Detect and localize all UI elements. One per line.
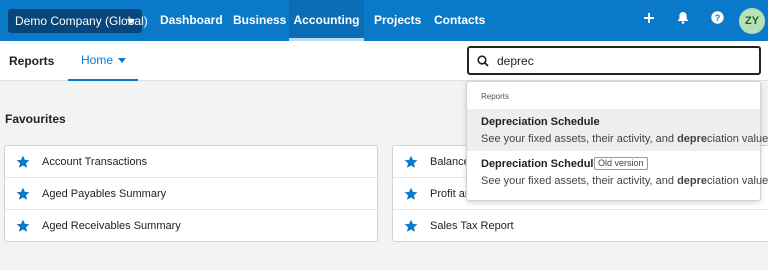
star-icon[interactable]	[404, 187, 418, 201]
bell-icon[interactable]	[674, 11, 692, 29]
result-description: See your fixed assets, their activity, a…	[481, 175, 768, 187]
search-icon	[477, 55, 489, 67]
plus-icon[interactable]	[640, 11, 658, 29]
result-title: Depreciation Schedule	[481, 116, 600, 128]
search-input[interactable]	[497, 52, 737, 69]
nav-projects[interactable]: Projects	[374, 0, 421, 41]
list-item[interactable]: Aged Payables Summary	[5, 178, 377, 210]
old-version-badge: Old version	[594, 157, 648, 170]
star-icon[interactable]	[404, 155, 418, 169]
star-icon[interactable]	[16, 155, 30, 169]
avatar[interactable]: ZY	[739, 8, 765, 34]
report-link[interactable]: Profit an	[430, 178, 471, 210]
report-link[interactable]: Aged Payables Summary	[42, 178, 166, 210]
chevron-down-icon	[118, 58, 126, 63]
chevron-down-icon	[127, 19, 135, 24]
star-icon[interactable]	[404, 219, 418, 233]
report-search[interactable]	[467, 46, 761, 75]
tab-home-label: Home	[81, 53, 114, 67]
nav-dashboard[interactable]: Dashboard	[160, 0, 223, 41]
search-results-dropdown: Reports Depreciation Schedule See your f…	[466, 81, 768, 201]
help-icon[interactable]: ?	[708, 11, 726, 29]
list-item[interactable]: Sales Tax Report	[393, 210, 768, 242]
search-result[interactable]: Depreciation Schedule See your fixed ass…	[467, 109, 768, 151]
star-icon[interactable]	[16, 187, 30, 201]
nav-contacts[interactable]: Contacts	[434, 0, 485, 41]
report-link[interactable]: Sales Tax Report	[430, 210, 514, 242]
favourites-card-left: Account Transactions Aged Payables Summa…	[4, 145, 378, 242]
favourites-heading: Favourites	[5, 112, 66, 126]
svg-text:?: ?	[714, 13, 720, 23]
nav-business[interactable]: Business	[233, 0, 286, 41]
result-description: See your fixed assets, their activity, a…	[481, 133, 768, 145]
report-link[interactable]: Account Transactions	[42, 146, 147, 178]
top-nav: Demo Company (Global) Dashboard Business…	[0, 0, 768, 41]
org-switcher[interactable]: Demo Company (Global)	[8, 9, 148, 33]
tab-home[interactable]: Home	[68, 41, 138, 81]
report-link[interactable]: Balance	[430, 146, 470, 178]
list-item[interactable]: Aged Receivables Summary	[5, 210, 377, 242]
list-item[interactable]: Account Transactions	[5, 146, 377, 178]
star-icon[interactable]	[16, 219, 30, 233]
report-link[interactable]: Aged Receivables Summary	[42, 210, 181, 242]
result-title: Depreciation Schedule	[481, 158, 600, 170]
page-title: Reports	[9, 54, 55, 68]
results-section-label: Reports	[481, 92, 510, 101]
nav-accounting[interactable]: Accounting	[289, 0, 364, 41]
